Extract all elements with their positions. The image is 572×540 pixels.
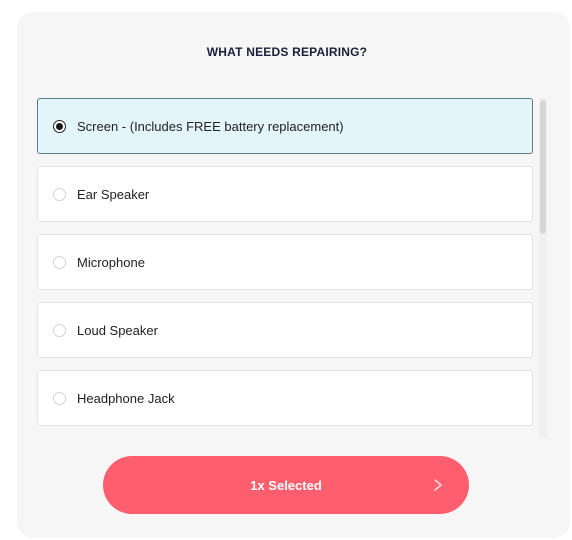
repair-selection-card: WHAT NEEDS REPAIRING? Screen - (Includes… [17, 12, 570, 538]
option-microphone[interactable]: Microphone [37, 234, 533, 290]
radio-dot-icon [56, 122, 63, 130]
option-label: Loud Speaker [77, 322, 158, 338]
option-label: Headphone Jack [77, 390, 175, 406]
radio-button-icon[interactable] [53, 391, 66, 405]
radio-button-icon[interactable] [53, 255, 66, 269]
section-title: WHAT NEEDS REPAIRING? [206, 45, 368, 59]
repair-options-list: Screen - (Includes FREE battery replacem… [37, 98, 549, 438]
option-screen[interactable]: Screen - (Includes FREE battery replacem… [37, 98, 533, 154]
radio-button-icon[interactable] [53, 323, 66, 337]
chevron-right-icon [434, 479, 442, 491]
option-loud-speaker[interactable]: Loud Speaker [37, 302, 533, 358]
option-label: Microphone [77, 254, 145, 270]
radio-button-icon[interactable] [53, 187, 66, 201]
option-headphone-jack[interactable]: Headphone Jack [37, 370, 533, 426]
option-label: Ear Speaker [77, 186, 150, 202]
radio-button-checked-icon[interactable] [53, 119, 66, 133]
option-ear-speaker[interactable]: Ear Speaker [37, 166, 533, 222]
scrollbar-thumb[interactable] [540, 100, 546, 234]
selected-count-label: 1x Selected [250, 477, 322, 493]
selected-continue-button[interactable]: 1x Selected [103, 456, 469, 514]
option-label: Screen - (Includes FREE battery replacem… [77, 118, 344, 134]
